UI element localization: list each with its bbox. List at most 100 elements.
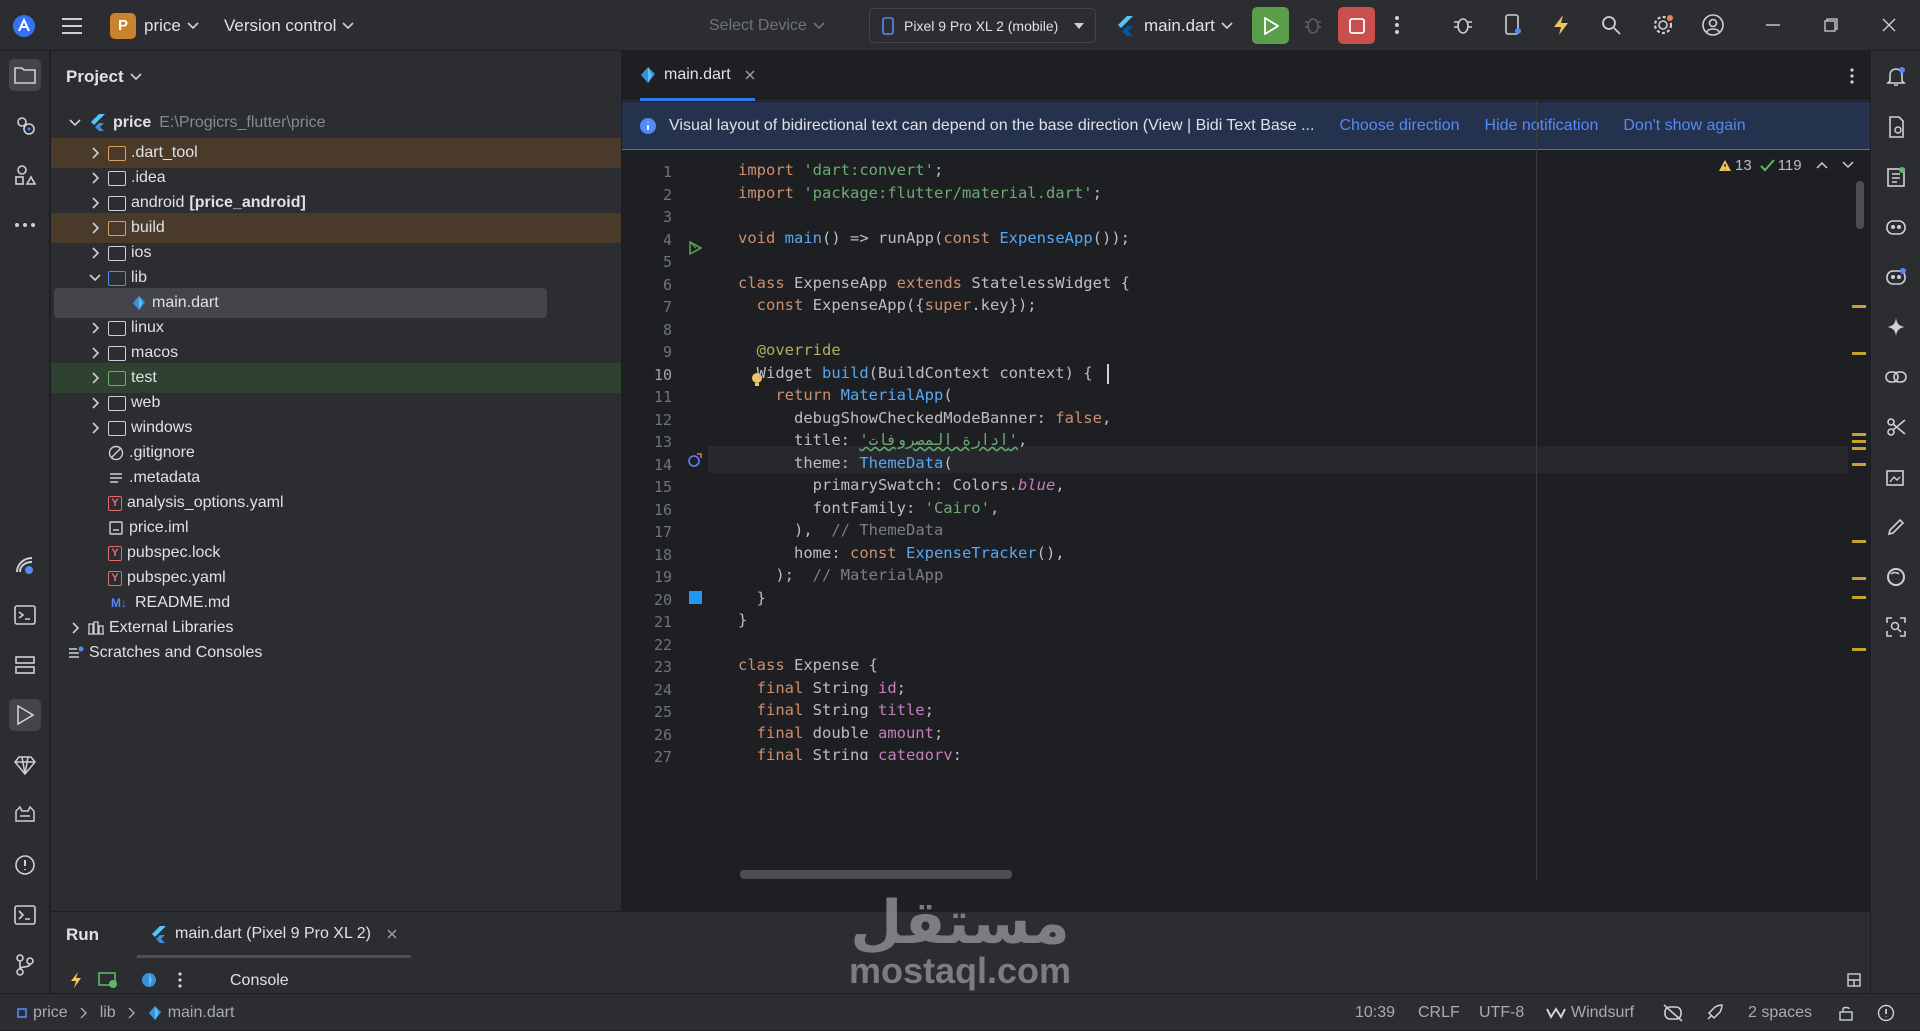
no-copilot-icon[interactable]: [1663, 994, 1683, 1031]
line-number[interactable]: 24: [622, 681, 672, 699]
windsurf-status[interactable]: Windsurf: [1546, 994, 1634, 1031]
project-panel-title[interactable]: Project: [66, 67, 142, 87]
cursor-position[interactable]: 10:39: [1355, 994, 1395, 1031]
override-gutter-icon[interactable]: [686, 451, 704, 469]
focus-search-icon[interactable]: [1880, 611, 1912, 643]
line-number[interactable]: 17: [622, 523, 672, 541]
circle-tool-icon[interactable]: [1880, 561, 1912, 593]
dont-show-again-link[interactable]: Don't show again: [1623, 117, 1745, 135]
crumb-file[interactable]: main.dart: [168, 1004, 235, 1022]
console-tab[interactable]: Console: [230, 972, 289, 990]
copilot-icon[interactable]: [1880, 261, 1912, 293]
run-tab[interactable]: main.dart (Pixel 9 Pro XL 2): [137, 912, 411, 958]
line-number[interactable]: 20: [622, 591, 672, 609]
line-number[interactable]: 6: [622, 276, 672, 294]
line-number[interactable]: 11: [622, 388, 672, 406]
debug-icon[interactable]: [1300, 12, 1326, 38]
warning-marker[interactable]: [1852, 463, 1866, 466]
vertical-scrollbar[interactable]: [1856, 181, 1864, 229]
project-switcher[interactable]: P price: [110, 0, 199, 51]
settings-icon[interactable]: [1650, 12, 1676, 38]
hot-reload-icon[interactable]: [1548, 12, 1574, 38]
warning-marker[interactable]: [1852, 540, 1866, 543]
main-menu-icon[interactable]: [61, 0, 83, 51]
warning-marker[interactable]: [1852, 440, 1866, 443]
line-number[interactable]: 25: [622, 703, 672, 721]
run-button[interactable]: [1252, 7, 1289, 44]
line-number[interactable]: 16: [622, 501, 672, 519]
file-encoding[interactable]: UTF-8: [1479, 994, 1524, 1031]
line-separator[interactable]: CRLF: [1418, 994, 1460, 1031]
chevron-right-icon[interactable]: [88, 371, 102, 385]
gemini-icon[interactable]: [1880, 211, 1912, 243]
run-gutter-icon[interactable]: [687, 240, 703, 256]
ai-sparkle-icon[interactable]: [1880, 311, 1912, 343]
vcs-menu[interactable]: Version control: [224, 0, 355, 51]
close-window-icon[interactable]: [1876, 12, 1902, 38]
chevron-right-icon[interactable]: [88, 421, 102, 435]
crumb-lib[interactable]: lib: [100, 1004, 116, 1022]
chevron-right-icon[interactable]: [88, 171, 102, 185]
search-icon[interactable]: [1598, 12, 1624, 38]
structure-icon[interactable]: [9, 159, 41, 191]
chevron-right-icon[interactable]: [88, 246, 102, 260]
line-number[interactable]: 23: [622, 658, 672, 676]
logcat-icon[interactable]: [9, 799, 41, 831]
line-number[interactable]: 1: [622, 163, 672, 181]
more-actions-icon[interactable]: [1384, 12, 1410, 38]
tab-options-icon[interactable]: [1842, 63, 1862, 89]
project-tool-icon[interactable]: [9, 59, 41, 91]
run-config-dropdown[interactable]: main.dart: [1116, 0, 1233, 51]
flutter-outline-icon[interactable]: [1880, 111, 1912, 143]
chevron-right-icon[interactable]: [88, 221, 102, 235]
lock-icon[interactable]: [1838, 994, 1854, 1031]
warning-marker[interactable]: [1852, 596, 1866, 599]
scissors-icon[interactable]: [1880, 411, 1912, 443]
cascade-icon[interactable]: [9, 549, 41, 581]
warning-marker[interactable]: [1852, 447, 1866, 450]
chevron-right-icon[interactable]: [88, 321, 102, 335]
line-number[interactable]: 22: [622, 636, 672, 654]
account-icon[interactable]: [1700, 12, 1726, 38]
line-number[interactable]: 5: [622, 253, 672, 271]
warning-marker[interactable]: [1852, 577, 1866, 580]
rocket-icon[interactable]: [1705, 994, 1723, 1031]
pencil-icon[interactable]: [1880, 511, 1912, 543]
app-logo-icon[interactable]: [12, 0, 36, 51]
more-tools-icon[interactable]: [9, 209, 41, 241]
line-number[interactable]: 18: [622, 546, 672, 564]
services-icon[interactable]: [9, 649, 41, 681]
choose-direction-link[interactable]: Choose direction: [1339, 117, 1459, 135]
chevron-down-icon[interactable]: [1842, 161, 1854, 169]
chevron-right-icon[interactable]: [88, 146, 102, 160]
stop-button[interactable]: [1338, 7, 1375, 44]
link-icon[interactable]: [1880, 361, 1912, 393]
line-number[interactable]: 8: [622, 321, 672, 339]
warning-marker[interactable]: [1852, 648, 1866, 651]
problems-status-icon[interactable]: [1877, 994, 1895, 1031]
crumb-project[interactable]: price: [33, 1004, 68, 1022]
hide-notification-link[interactable]: Hide notification: [1485, 117, 1599, 135]
line-number[interactable]: 3: [622, 208, 672, 226]
line-number[interactable]: 27: [622, 748, 672, 762]
attach-debugger-icon[interactable]: [1450, 12, 1476, 38]
devtools-icon[interactable]: [138, 970, 160, 990]
line-number[interactable]: 14: [622, 456, 672, 474]
tab-main-dart[interactable]: main.dart: [640, 51, 755, 101]
more-actions-icon[interactable]: [173, 970, 187, 990]
line-number[interactable]: 4: [622, 231, 672, 249]
chevron-right-icon[interactable]: [68, 621, 82, 635]
line-number[interactable]: 21: [622, 613, 672, 631]
chevron-right-icon[interactable]: [88, 346, 102, 360]
line-number[interactable]: 15: [622, 478, 672, 496]
terminal-run-icon[interactable]: [9, 599, 41, 631]
line-number[interactable]: 26: [622, 726, 672, 744]
flutter-inspector-icon[interactable]: [9, 109, 41, 141]
notifications-icon[interactable]: [1880, 61, 1912, 93]
chevron-right-icon[interactable]: [88, 196, 102, 210]
hot-reload-icon[interactable]: [67, 970, 85, 990]
select-device-dropdown[interactable]: Select Device: [709, 0, 825, 51]
device-manager-icon[interactable]: [1500, 12, 1526, 38]
chevron-right-icon[interactable]: [88, 396, 102, 410]
tree-item[interactable]: Scratches and Consoles: [51, 638, 621, 668]
